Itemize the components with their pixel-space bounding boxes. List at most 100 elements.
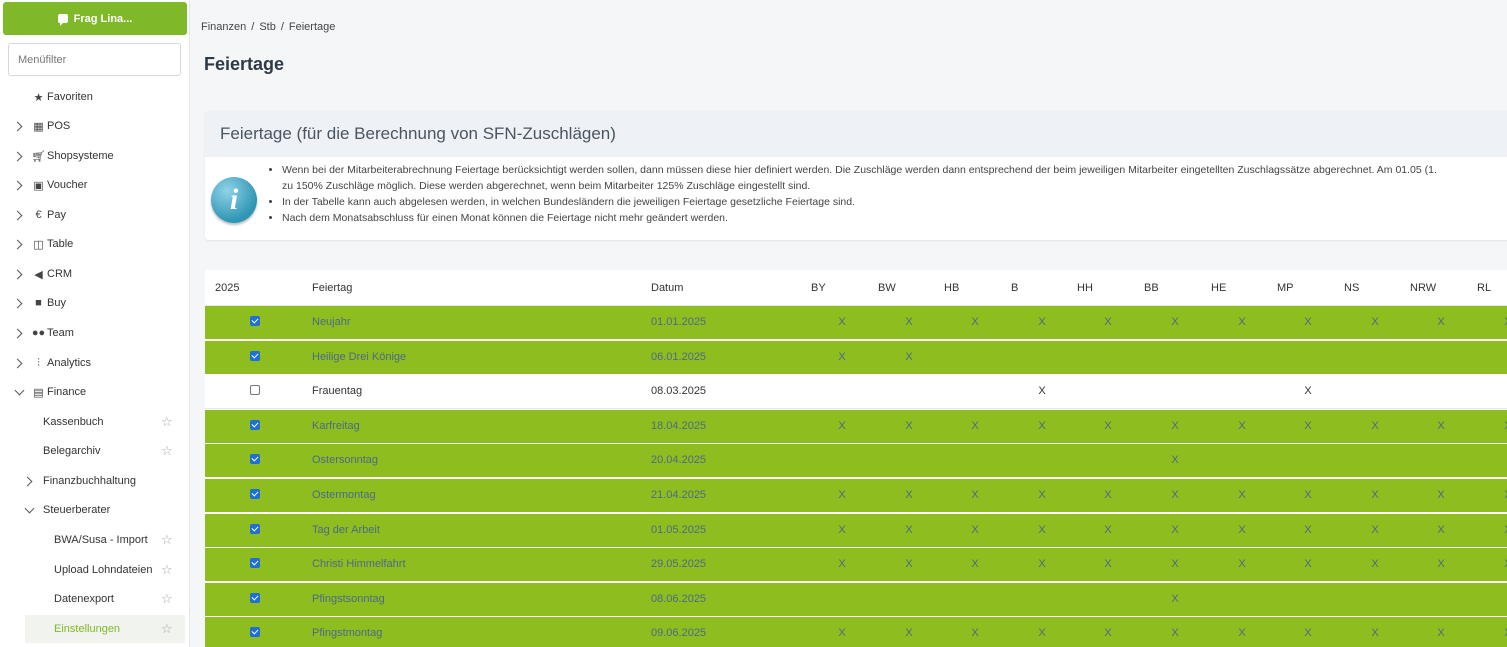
holiday-date: 01.01.2025 (651, 316, 707, 328)
users-icon: ●● (31, 327, 46, 339)
sidebar-item-pos[interactable]: ▦ POS (0, 112, 189, 140)
star-outline-icon[interactable]: ☆ (161, 414, 173, 430)
sidebar-item-buy[interactable]: ■ Buy (0, 289, 189, 317)
chevron-right-icon (14, 328, 24, 338)
state-mark: X (1171, 558, 1179, 571)
sidebar-item-finance[interactable]: ▤ Finance (0, 378, 189, 406)
ask-lina-button[interactable]: Frag Lina... (3, 2, 187, 35)
pos-icon: ▦ (33, 120, 44, 133)
column-header-state: HB (944, 282, 960, 294)
holiday-name: Ostermontag (312, 489, 376, 501)
state-mark: X (838, 350, 846, 363)
state-mark: X (1104, 419, 1112, 432)
state-mark: X (971, 419, 979, 432)
sidebar-item-table[interactable]: ◫ Table (0, 230, 189, 258)
breadcrumb-item: Feiertage (288, 21, 336, 33)
column-header-state: HH (1077, 282, 1093, 294)
checkbox-checked[interactable] (250, 489, 260, 499)
state-mark: X (1437, 523, 1445, 536)
state-mark: X (905, 419, 913, 432)
star-outline-icon[interactable]: ☆ (161, 443, 173, 459)
holiday-name: Karfreitag (312, 419, 360, 432)
state-mark: X (838, 627, 846, 640)
sidebar-item-einstellungen[interactable]: Einstellungen ☆ (25, 615, 185, 643)
chevron-down-icon (24, 505, 34, 515)
sidebar-item-finanzbuchhaltung[interactable]: Finanzbuchhaltung (0, 467, 189, 495)
checkbox-checked[interactable] (250, 523, 260, 534)
chevron-right-icon (14, 210, 24, 220)
state-mark: X (1371, 558, 1379, 571)
state-mark: X (971, 523, 979, 536)
holiday-date: 06.01.2025 (651, 350, 707, 363)
sidebar-item-bwa-susa-import[interactable]: BWA/Susa - Import ☆ (0, 526, 189, 554)
holiday-name: Christi Himmelfahrt (312, 558, 406, 571)
state-mark: X (1371, 523, 1379, 536)
state-mark: X (1437, 558, 1445, 571)
star-outline-icon[interactable]: ☆ (161, 591, 173, 607)
sidebar-item-label: BWA/Susa - Import (54, 534, 148, 546)
star-outline-icon[interactable]: ☆ (161, 562, 173, 578)
info-list: Wenn bei der Mitarbeiterabrechnung Feier… (282, 162, 1437, 226)
sidebar-item-favoriten[interactable]: ★ Favoriten (0, 83, 189, 111)
sidebar-item-label: Voucher (47, 179, 88, 191)
sidebar-item-label: Buy (47, 297, 66, 309)
breadcrumb-item[interactable]: Stb (259, 21, 276, 33)
sidebar-item-belegarchiv[interactable]: Belegarchiv ☆ (0, 437, 189, 465)
state-mark: X (1304, 523, 1312, 536)
info-line: Nach dem Monatsabschluss für einen Monat… (282, 210, 1437, 226)
sidebar-item-pay[interactable]: € Pay (0, 201, 189, 229)
sidebar-item-datenexport[interactable]: Datenexport ☆ (0, 585, 189, 613)
state-mark: X (905, 489, 913, 501)
column-header-state: RL (1477, 282, 1492, 294)
table-row: Tag der Arbeit 01.05.2025 X X X X X X X X X X X (205, 513, 1507, 548)
sidebar-item-upload-lohndateien[interactable]: Upload Lohndateien ☆ (0, 556, 189, 584)
star-outline-icon[interactable]: ☆ (161, 621, 173, 637)
state-mark: X (971, 627, 979, 640)
holiday-name: Frauentag (312, 385, 363, 398)
checkbox-checked[interactable] (250, 627, 260, 638)
sidebar-item-kassenbuch[interactable]: Kassenbuch ☆ (0, 408, 189, 436)
state-mark: X (838, 419, 846, 432)
state-mark: X (1238, 316, 1246, 328)
sidebar-item-shopsysteme[interactable]: 🛒︎ Shopsysteme (0, 142, 189, 170)
state-mark: X (1304, 419, 1312, 432)
checkbox-checked[interactable] (250, 592, 260, 603)
state-mark: X (905, 316, 913, 328)
table-row: Pfingstsonntag 08.06.2025 X (205, 582, 1507, 617)
state-mark: X (905, 627, 913, 640)
state-mark: X (1238, 558, 1246, 571)
column-header-year: 2025 (215, 282, 240, 294)
sidebar-item-steuerberater[interactable]: Steuerberater (0, 496, 189, 524)
sidebar-item-analytics[interactable]: ⫶ Analytics (0, 349, 189, 377)
ask-lina-label: Frag Lina... (73, 12, 133, 25)
chevron-right-icon (24, 476, 34, 486)
checkbox-checked[interactable] (250, 350, 260, 361)
star-outline-icon[interactable]: ☆ (161, 532, 173, 548)
star-icon: ★ (33, 91, 44, 104)
state-mark: X (1171, 523, 1179, 536)
table-row: Neujahr 01.01.2025 X X X X X X X X X X X (205, 306, 1507, 340)
state-mark: X (1502, 558, 1507, 570)
state-mark: X (1171, 316, 1179, 328)
state-mark: X (838, 558, 846, 571)
checkbox-checked[interactable] (250, 558, 260, 569)
column-header-state: HE (1211, 282, 1227, 294)
checkbox-checked[interactable] (250, 419, 260, 430)
sidebar-item-voucher[interactable]: ▣ Voucher (0, 171, 189, 199)
sidebar-item-label: CRM (47, 268, 73, 280)
calculator-icon: ▤ (33, 386, 44, 399)
sidebar-item-team[interactable]: ●● Team (0, 319, 189, 347)
checkbox-checked[interactable] (250, 316, 260, 326)
state-mark: X (838, 489, 846, 501)
checkbox-checked[interactable] (250, 454, 260, 465)
breadcrumb-item[interactable]: Finanzen (201, 21, 246, 33)
breadcrumb: Finanzen / Stb / Feiertage (201, 21, 335, 33)
state-mark: X (1038, 316, 1046, 328)
menu-filter-input[interactable] (8, 43, 181, 76)
sidebar-item-crm[interactable]: ◀ CRM (0, 260, 189, 288)
sidebar-item-label: Kassenbuch (43, 416, 104, 428)
info-card: Feiertage (für die Berechnung von SFN-Zu… (205, 111, 1507, 240)
checkbox-unchecked[interactable] (250, 385, 260, 396)
cart-icon: 🛒︎ (31, 150, 46, 163)
holiday-date: 20.04.2025 (651, 454, 707, 467)
